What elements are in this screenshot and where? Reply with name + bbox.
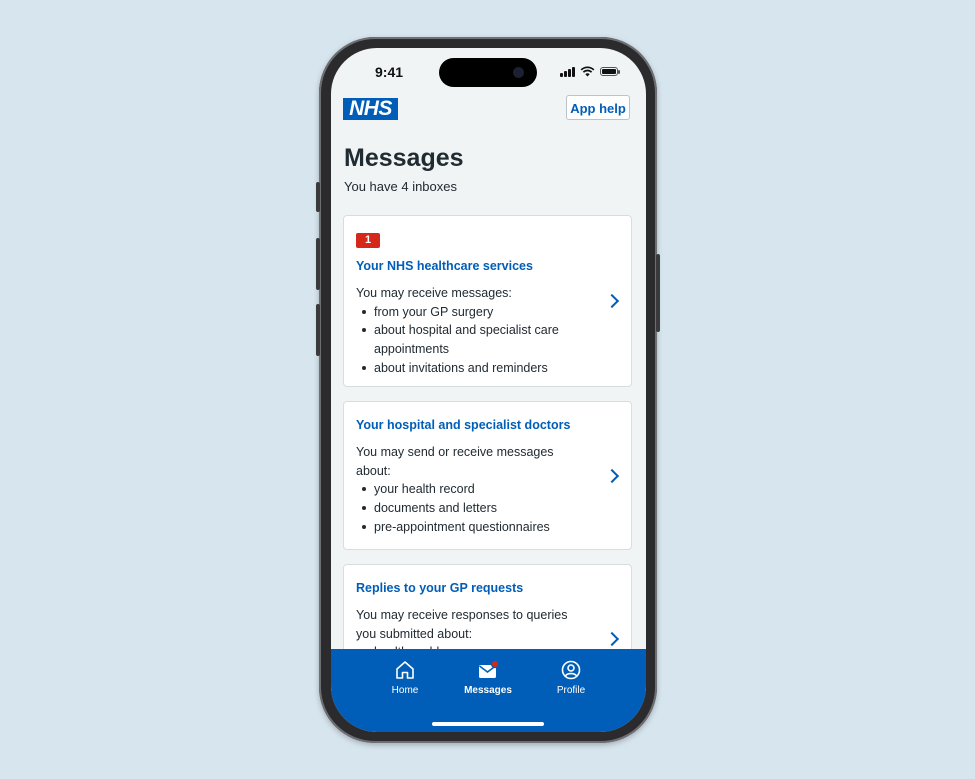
status-icons xyxy=(560,66,620,77)
list-item: pre-appointment questionnaires xyxy=(362,518,591,537)
inbox-card-nhs-services[interactable]: 1 Your NHS healthcare services You may r… xyxy=(343,215,632,387)
home-indicator xyxy=(432,722,544,726)
action-button xyxy=(316,182,320,212)
nav-label: Home xyxy=(391,685,419,696)
card-title[interactable]: Replies to your GP requests xyxy=(356,580,591,596)
nav-label: Messages xyxy=(464,685,512,696)
chevron-right-icon xyxy=(604,468,620,484)
nav-item-home[interactable]: Home xyxy=(370,659,440,696)
signal-icon xyxy=(560,66,575,77)
wifi-icon xyxy=(580,66,595,77)
card-list: from your GP surgery about hospital and … xyxy=(356,303,591,378)
card-intro: You may receive messages: xyxy=(356,286,512,300)
nav-item-messages[interactable]: Messages xyxy=(453,659,523,696)
list-item: documents and letters xyxy=(362,499,591,518)
profile-icon xyxy=(561,660,581,680)
list-item: your health record xyxy=(362,480,591,499)
bottom-nav: Home Messages Profile xyxy=(331,649,646,732)
power-button xyxy=(656,254,660,332)
page-title: Messages xyxy=(344,144,464,172)
card-intro: You may send or receive messages about: xyxy=(356,445,554,478)
app-help-button[interactable]: App help xyxy=(566,95,630,120)
list-item: from your GP surgery xyxy=(362,303,591,322)
list-item: about hospital and specialist care appoi… xyxy=(362,321,591,358)
chevron-right-icon xyxy=(604,293,620,309)
battery-icon xyxy=(600,67,620,76)
nhs-logo[interactable]: NHS xyxy=(343,98,398,120)
volume-down-button xyxy=(316,304,320,356)
card-intro: You may receive responses to queries you… xyxy=(356,608,568,641)
page-subtitle: You have 4 inboxes xyxy=(344,179,458,194)
card-list: your health record documents and letters… xyxy=(356,480,591,536)
camera-icon xyxy=(513,67,524,78)
home-icon xyxy=(396,661,414,679)
inbox-card-hospital-doctors[interactable]: Your hospital and specialist doctors You… xyxy=(343,401,632,550)
phone-screen: 9:41 NHS App help Messages You have 4 in… xyxy=(331,48,646,732)
messages-icon xyxy=(479,659,499,678)
nav-label: Profile xyxy=(556,685,586,696)
nav-item-profile[interactable]: Profile xyxy=(536,659,606,696)
dynamic-island xyxy=(439,58,537,87)
volume-up-button xyxy=(316,238,320,290)
card-title[interactable]: Your NHS healthcare services xyxy=(356,258,591,274)
list-item: about invitations and reminders xyxy=(362,359,591,378)
status-time: 9:41 xyxy=(375,64,404,80)
chevron-right-icon xyxy=(604,631,620,647)
card-title[interactable]: Your hospital and specialist doctors xyxy=(356,417,591,433)
unread-count-badge: 1 xyxy=(356,233,381,248)
status-bar: 9:41 xyxy=(331,48,646,98)
